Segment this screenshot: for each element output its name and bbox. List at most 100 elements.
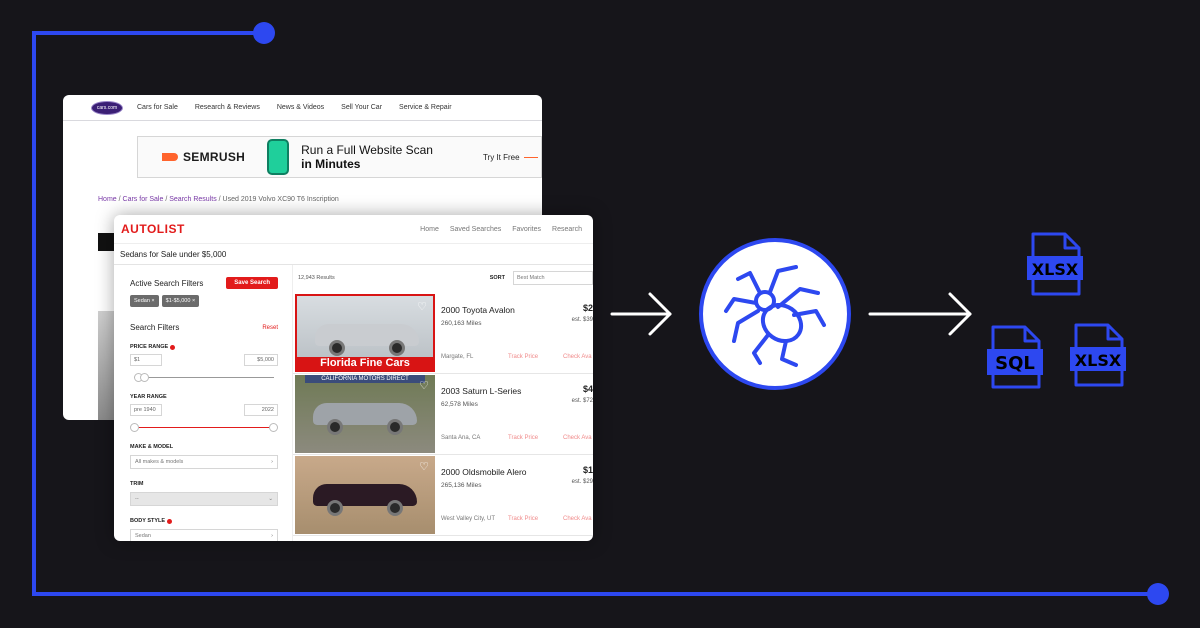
- cars-nav-service[interactable]: Service & Repair: [399, 104, 452, 111]
- chevron-down-icon: ⌄: [268, 496, 273, 502]
- track-price-link[interactable]: Track Price: [508, 354, 538, 360]
- cars-nav-research[interactable]: Research & Reviews: [195, 104, 260, 111]
- price-range-label: PRICE RANGE: [130, 344, 278, 350]
- price-slider-track: [134, 377, 274, 378]
- cars-logo[interactable]: cars.com: [91, 100, 123, 115]
- listing-card[interactable]: CALIFORNIA MOTORS DIRECT ♡ 2003 Saturn L…: [293, 375, 593, 455]
- year-min-input[interactable]: pre 1940: [130, 404, 162, 416]
- semrush-brand: SEMRUSH: [183, 150, 246, 164]
- semrush-ad[interactable]: SEMRUSH Run a Full Website Scan in Minut…: [137, 136, 542, 178]
- active-filters-title: Active Search Filters: [130, 278, 204, 288]
- listing-miles: 265,136 Miles: [441, 482, 482, 489]
- ad-headline: Run a Full Website Scan in Minutes: [301, 143, 433, 171]
- body-style-value: Sedan: [135, 533, 151, 539]
- frame-dot-bottom: [1147, 583, 1169, 605]
- page-title: Sedans for Sale under $5,000: [114, 243, 593, 265]
- listing-location: Santa Ana, CA: [441, 435, 481, 441]
- price-max-input[interactable]: $5,000: [244, 354, 278, 366]
- price-range-dot-icon: [170, 344, 176, 350]
- body-style-dot-icon: [167, 518, 173, 524]
- ad-cta-underline: [523, 156, 538, 158]
- chevron-right-icon: ›: [271, 533, 273, 539]
- results-count: 12,943 Results: [298, 275, 335, 281]
- sort-select[interactable]: Best Match: [513, 271, 593, 285]
- listing-card[interactable]: ♡ 2000 Oldsmobile Alero 265,136 Miles $1…: [293, 456, 593, 536]
- make-model-select[interactable]: All makes & models ›: [130, 455, 278, 469]
- listing-title[interactable]: 2003 Saturn L-Series: [441, 386, 521, 396]
- listing-card[interactable]: Florida Fine Cars ♡ 2000 Toyota Avalon 2…: [293, 294, 593, 374]
- save-search-button[interactable]: Save Search: [226, 277, 278, 289]
- price-slider-max-handle[interactable]: [140, 373, 149, 382]
- cars-nav: cars.com Cars for Sale Research & Review…: [63, 95, 542, 121]
- year-range-label: YEAR RANGE: [130, 394, 167, 400]
- trim-label: TRIM: [130, 481, 144, 487]
- filter-chips: Sedan × $1-$5,000 ×: [130, 295, 278, 307]
- breadcrumb-results[interactable]: Search Results: [169, 196, 216, 203]
- listing-miles: 62,578 Miles: [441, 401, 478, 408]
- autolist-nav-saved[interactable]: Saved Searches: [450, 226, 501, 233]
- favorite-heart-icon[interactable]: ♡: [419, 460, 429, 473]
- xlsx-file-icon: XLSX: [1027, 232, 1083, 296]
- year-slider[interactable]: [130, 422, 278, 432]
- price-range-label-text: PRICE RANGE: [130, 344, 169, 350]
- listing-title[interactable]: 2000 Toyota Avalon: [441, 305, 515, 315]
- favorite-heart-icon[interactable]: ♡: [417, 300, 427, 313]
- ad-headline-line2: in Minutes: [301, 157, 361, 171]
- listing-estimate: est. $29: [571, 479, 593, 485]
- breadcrumb-cars[interactable]: Cars for Sale: [123, 196, 164, 203]
- autolist-nav-home[interactable]: Home: [420, 226, 439, 233]
- cars-nav-cars-for-sale[interactable]: Cars for Sale: [137, 104, 178, 111]
- track-price-link[interactable]: Track Price: [508, 435, 538, 441]
- chip-price[interactable]: $1-$5,000 ×: [161, 295, 200, 307]
- listing-photo[interactable]: Florida Fine Cars ♡: [295, 294, 435, 372]
- filters-panel: Active Search Filters Save Search Sedan …: [114, 265, 292, 541]
- car-wheel-shape: [389, 340, 405, 356]
- listing-miles: 260,163 Miles: [441, 320, 482, 327]
- autolist-header: AUTOLIST Home Saved Searches Favorites R…: [114, 215, 593, 243]
- file-label: XLSX: [1075, 351, 1122, 370]
- check-availability-link[interactable]: Check Ava: [563, 354, 592, 360]
- reset-link[interactable]: Reset: [262, 325, 278, 331]
- year-slider-max-handle[interactable]: [269, 423, 278, 432]
- car-wheel-shape: [327, 419, 343, 435]
- body-style-label-text: BODY STYLE: [130, 518, 166, 524]
- sort-label: SORT: [489, 275, 505, 281]
- ad-cta[interactable]: Try It Free: [483, 153, 520, 162]
- car-wheel-shape: [387, 419, 403, 435]
- breadcrumb: Home / Cars for Sale / Search Results / …: [98, 196, 339, 203]
- listing-photo[interactable]: ♡: [295, 456, 435, 534]
- dealer-banner: Florida Fine Cars: [297, 357, 433, 370]
- results-panel: 12,943 Results SORT Best Match Florida F…: [292, 265, 593, 541]
- listing-title[interactable]: 2000 Oldsmobile Alero: [441, 467, 527, 477]
- check-availability-link[interactable]: Check Ava: [563, 435, 592, 441]
- arrow-right-icon: [868, 292, 972, 336]
- sql-file-icon: SQL: [987, 325, 1043, 389]
- price-slider[interactable]: [130, 372, 278, 382]
- listing-photo[interactable]: CALIFORNIA MOTORS DIRECT ♡: [295, 375, 435, 453]
- price-min-input[interactable]: $1: [130, 354, 162, 366]
- listing-price: $1: [582, 465, 593, 475]
- body-style-select[interactable]: Sedan ›: [130, 529, 278, 541]
- year-slider-min-handle[interactable]: [130, 423, 139, 432]
- car-wheel-shape: [327, 500, 343, 516]
- breadcrumb-home[interactable]: Home: [98, 196, 117, 203]
- favorite-heart-icon[interactable]: ♡: [419, 379, 429, 392]
- cars-nav-news[interactable]: News & Videos: [277, 104, 324, 111]
- autolist-nav-favorites[interactable]: Favorites: [512, 226, 541, 233]
- trim-select[interactable]: -- ⌄: [130, 492, 278, 506]
- autolist-nav-research[interactable]: Research: [552, 226, 582, 233]
- ad-headline-line1: Run a Full Website Scan: [301, 143, 433, 157]
- autolist-logo[interactable]: AUTOLIST: [121, 222, 185, 236]
- make-model-value: All makes & models: [135, 459, 184, 465]
- chip-sedan[interactable]: Sedan ×: [130, 295, 159, 307]
- car-wheel-shape: [387, 500, 403, 516]
- cars-nav-sell[interactable]: Sell Your Car: [341, 104, 382, 111]
- file-label: SQL: [995, 353, 1035, 374]
- chevron-right-icon: ›: [271, 459, 273, 465]
- listing-price: $2: [582, 303, 593, 313]
- year-max-input[interactable]: 2022: [244, 404, 278, 416]
- track-price-link[interactable]: Track Price: [508, 516, 538, 522]
- car-wheel-shape: [329, 340, 345, 356]
- autolist-nav: Home Saved Searches Favorites Research: [420, 226, 593, 233]
- check-availability-link[interactable]: Check Ava: [563, 516, 592, 522]
